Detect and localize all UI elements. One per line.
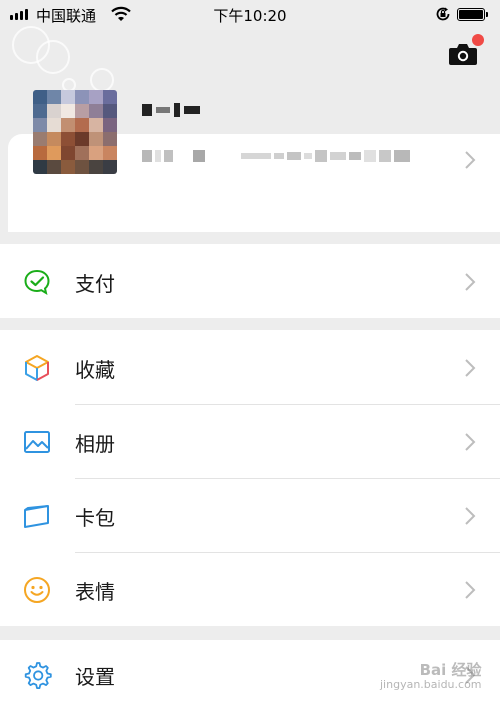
menu-item-album-label: 相册 — [75, 432, 115, 456]
decorative-bubble — [90, 68, 114, 92]
wechat-me-page: 中国联通 下午10:20 支付 收藏 相册 卡包 表情 设置 Bai 经验 ji… — [0, 0, 500, 708]
chevron-right-icon — [465, 581, 476, 599]
battery-icon — [457, 8, 488, 21]
chevron-right-icon — [465, 273, 476, 291]
menu-item-cards[interactable]: 卡包 — [0, 478, 500, 552]
smiley-icon — [24, 577, 50, 603]
pay-icon — [24, 269, 50, 296]
chevron-right-icon — [465, 359, 476, 377]
menu-item-album[interactable]: 相册 — [0, 404, 500, 478]
status-time: 下午10:20 — [213, 7, 287, 25]
cube-icon — [25, 355, 49, 381]
watermark-url: jingyan.baidu.com — [380, 678, 482, 691]
menu-item-stickers-label: 表情 — [75, 580, 115, 604]
menu-item-favorites-label: 收藏 — [75, 358, 115, 382]
chevron-right-icon — [465, 507, 476, 525]
menu-group-pay: 支付 — [0, 244, 500, 318]
chevron-right-icon — [465, 151, 476, 169]
picture-icon — [24, 431, 50, 453]
decorative-bubble — [36, 40, 70, 74]
menu-item-stickers[interactable]: 表情 — [0, 552, 500, 626]
menu-item-cards-label: 卡包 — [75, 506, 115, 530]
nickname-redacted — [142, 98, 200, 122]
menu-item-pay-label: 支付 — [75, 272, 115, 296]
menu-item-favorites[interactable]: 收藏 — [0, 330, 500, 404]
menu-group-main: 收藏 相册 卡包 表情 — [0, 330, 500, 626]
baidu-watermark: Bai 经验 jingyan.baidu.com — [380, 661, 482, 692]
wechat-id-redacted — [142, 150, 410, 162]
rotation-lock-icon — [436, 7, 450, 21]
menu-item-pay[interactable]: 支付 — [0, 244, 500, 318]
card-icon — [24, 505, 49, 528]
avatar[interactable] — [33, 90, 117, 174]
watermark-brand: Bai 经验 — [419, 661, 482, 679]
status-bar: 中国联通 下午10:20 — [0, 0, 500, 30]
chevron-right-icon — [465, 433, 476, 451]
camera-icon[interactable] — [448, 42, 478, 66]
gear-icon — [24, 662, 52, 689]
menu-item-settings-label: 设置 — [75, 665, 115, 689]
notification-dot — [472, 34, 484, 46]
